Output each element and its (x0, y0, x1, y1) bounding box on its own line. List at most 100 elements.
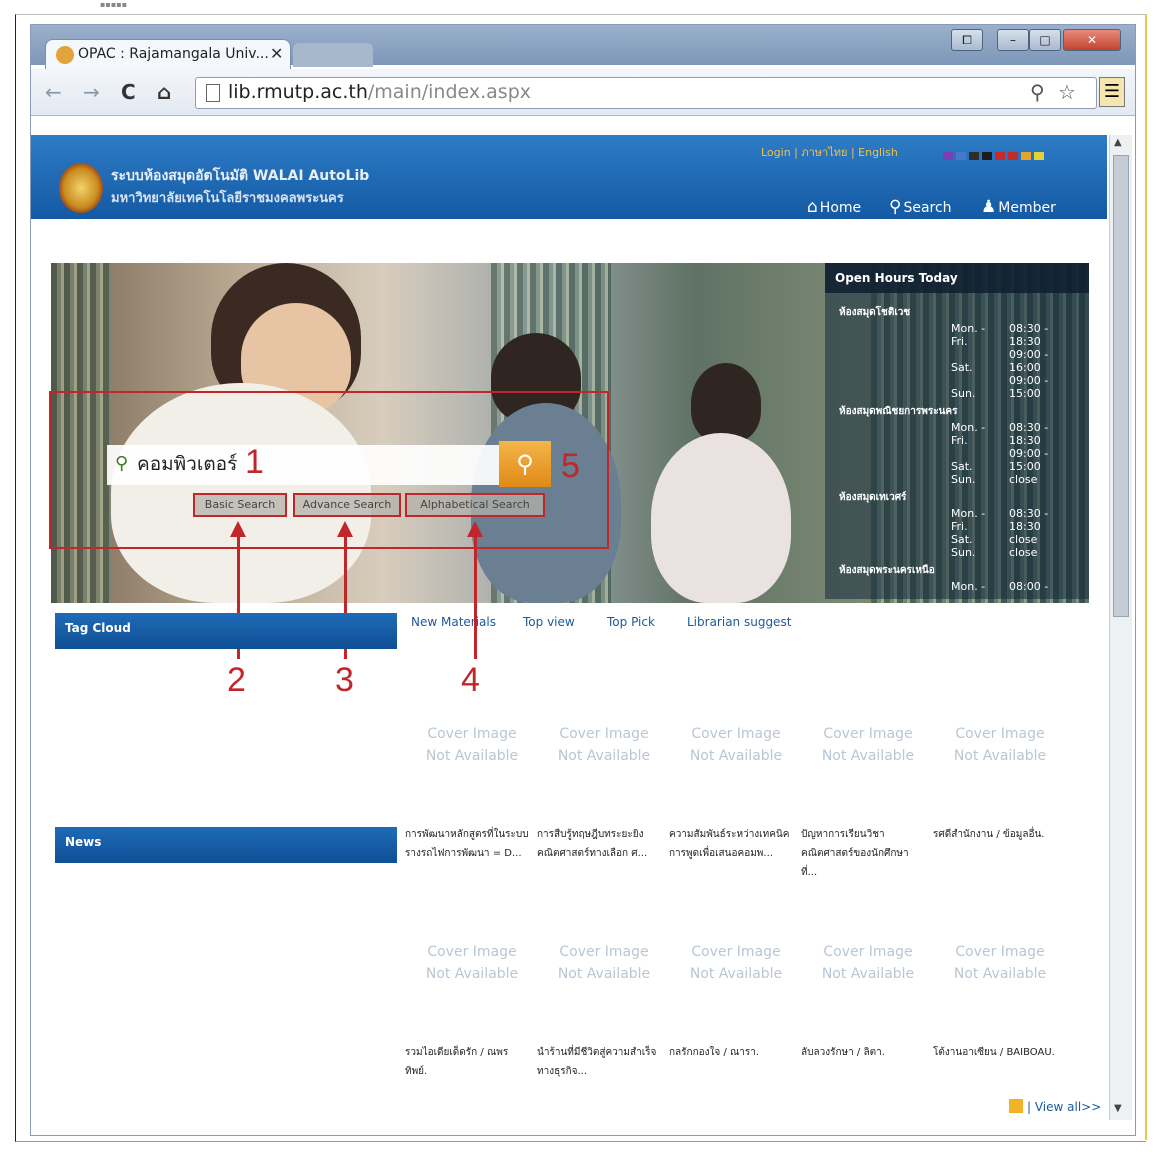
hours-row: Sat. 16:00 (839, 361, 1079, 374)
hours-day: Mon. - (951, 421, 986, 434)
hours-day: Mon. - (951, 580, 986, 593)
back-icon[interactable]: ← (45, 80, 62, 104)
book-title-link[interactable]: การสืบรู้ทฤษฎีบทระยะยิงคณิตศาสตร์ทางเลือ… (537, 825, 662, 863)
cover-image-placeholder[interactable]: Cover Image Not Available (941, 941, 1059, 985)
hours-day: Mon. - (951, 507, 986, 520)
scroll-thumb[interactable] (1113, 155, 1129, 617)
search-field-icon: ⚲ (115, 453, 129, 474)
view-all-link[interactable]: | View all>> (1009, 1099, 1101, 1114)
minimize-button[interactable]: – (997, 29, 1029, 51)
basic-search-button[interactable]: Basic Search (193, 493, 287, 517)
hours-time: 18:30 (1009, 434, 1041, 447)
cover-placeholder-line1: Cover Image (427, 726, 517, 742)
language-links[interactable]: Login | ภาษาไทย | English (761, 143, 898, 161)
hours-day: Fri. (951, 335, 968, 348)
reload-icon[interactable]: C (121, 80, 136, 104)
tab-top-view[interactable]: Top view (523, 615, 575, 629)
hours-row: Mon. - 08:30 - (839, 421, 1079, 434)
hours-time: close (1009, 533, 1038, 546)
browser-toolbar: ← → C ⌂ lib.rmutp.ac.th/main/index.aspx … (31, 69, 1135, 116)
advance-search-button[interactable]: Advance Search (293, 493, 401, 517)
branch-name: ห้องสมุดพณิชยการพระนคร (839, 406, 958, 417)
theme-swatch[interactable] (969, 152, 979, 160)
hours-time: 08:00 - (1009, 580, 1049, 593)
nav-home[interactable]: ⌂ Home (807, 197, 861, 217)
book-title-link[interactable]: การพัฒนาหลักสูตรที่ในระบบรางรถไฟการพัฒนา… (405, 825, 530, 863)
user-profile-icon[interactable]: ⧠ (951, 29, 983, 51)
hours-day: Sun. (951, 473, 976, 486)
cover-placeholder-line1: Cover Image (691, 944, 781, 960)
hours-row: Sun. close (839, 473, 1079, 486)
theme-swatch[interactable] (1021, 152, 1031, 160)
cover-placeholder-line2: Not Available (425, 966, 519, 982)
cover-image-placeholder[interactable]: Cover Image Not Available (677, 941, 795, 985)
theme-swatch[interactable] (1008, 152, 1018, 160)
alphabetical-search-button[interactable]: Alphabetical Search (405, 493, 545, 517)
book-title-link[interactable]: กลรักกองใจ / ณารา. (669, 1043, 794, 1062)
browser-window: ⧠ – □ ✕ OPAC : Rajamangala Univ... ✕ ← →… (30, 24, 1136, 1136)
site-subtitle: มหาวิทยาลัยเทคโนโลยีราชมงคลพระนคร (111, 191, 344, 206)
forward-icon[interactable]: → (83, 80, 100, 104)
cover-placeholder-line2: Not Available (821, 748, 915, 764)
hours-row: 09:00 - (839, 348, 1079, 361)
scroll-up-icon[interactable]: ▲ (1114, 137, 1122, 148)
scroll-down-icon[interactable]: ▼ (1114, 1103, 1122, 1114)
search-input[interactable] (137, 449, 437, 479)
new-tab-button[interactable] (293, 43, 373, 67)
tab-new-materials[interactable]: New Materials (411, 615, 496, 629)
cover-image-placeholder[interactable]: Cover Image Not Available (941, 723, 1059, 767)
tab-top-pick[interactable]: Top Pick (607, 615, 655, 629)
search-box[interactable]: ⚲ (107, 445, 499, 485)
bookmark-star-icon[interactable]: ☆ (1058, 80, 1076, 104)
cover-image-placeholder[interactable]: Cover Image Not Available (677, 723, 795, 767)
tab-librarian-suggest[interactable]: Librarian suggest (687, 615, 791, 629)
annotation-number-2: 2 (227, 661, 246, 699)
close-tab-icon[interactable]: ✕ (270, 44, 283, 63)
book-title-link[interactable]: ปัญหาการเรียนวิชาคณิตศาสตร์ของนักศึกษา ท… (801, 825, 926, 882)
theme-color-swatches[interactable] (943, 145, 1047, 164)
cover-image-placeholder[interactable]: Cover Image Not Available (809, 723, 927, 767)
hours-day: Sat. (951, 361, 973, 374)
cover-image-placeholder[interactable]: Cover Image Not Available (413, 723, 531, 767)
cover-placeholder-line1: Cover Image (427, 944, 517, 960)
hours-time: 18:30 (1009, 520, 1041, 533)
search-submit-button[interactable]: ⚲ (499, 441, 551, 487)
cover-placeholder-line2: Not Available (953, 966, 1047, 982)
book-title-link[interactable]: รศดีสำนักงาน / ข้อมูลอื่น. (933, 825, 1058, 844)
book-title-link[interactable]: นำร้านที่มีชีวิตสู่ความสำเร็จทางธุรกิจ..… (537, 1043, 662, 1081)
hours-day: Sun. (951, 546, 976, 559)
theme-swatch[interactable] (982, 152, 992, 160)
cover-image-placeholder[interactable]: Cover Image Not Available (809, 941, 927, 985)
address-bar[interactable]: lib.rmutp.ac.th/main/index.aspx ⚲ ☆ (195, 77, 1097, 109)
hours-row: Fri. 18:30 (839, 434, 1079, 447)
tab-opac[interactable]: OPAC : Rajamangala Univ... ✕ (45, 39, 291, 70)
tab-title: OPAC : Rajamangala Univ... (78, 46, 269, 62)
hours-time: 15:00 (1009, 387, 1041, 400)
book-title-link[interactable]: รวมไอเดียเด็ดรัก / ณพรทิพย์. (405, 1043, 530, 1081)
book-title-link[interactable]: ลับลวงรักษา / ลิตา. (801, 1043, 926, 1062)
home-browser-icon[interactable]: ⌂ (157, 80, 171, 104)
book-title-link[interactable]: ความสัมพันธ์ระหว่างเทคนิคการพูดเพื่อเสนอ… (669, 825, 794, 863)
cover-placeholder-line1: Cover Image (559, 944, 649, 960)
theme-swatch[interactable] (1034, 152, 1044, 160)
nav-search[interactable]: ⚲ Search (889, 197, 952, 217)
theme-swatch[interactable] (956, 152, 966, 160)
maximize-button[interactable]: □ (1029, 29, 1061, 51)
cover-image-placeholder[interactable]: Cover Image Not Available (545, 723, 663, 767)
hours-time: 09:00 - (1009, 374, 1049, 387)
zoom-icon[interactable]: ⚲ (1030, 80, 1045, 104)
nav-member[interactable]: ♟ Member (981, 197, 1056, 217)
hours-time: 16:00 (1009, 361, 1041, 374)
hours-row: Sun. 15:00 (839, 387, 1079, 400)
cover-placeholder-line2: Not Available (557, 748, 651, 764)
close-window-button[interactable]: ✕ (1063, 29, 1121, 51)
book-title-link[interactable]: โต้งานอาเซียน / BAIBOAU. (933, 1043, 1058, 1062)
cover-image-placeholder[interactable]: Cover Image Not Available (545, 941, 663, 985)
hours-time: 08:30 - (1009, 507, 1049, 520)
theme-swatch[interactable] (943, 152, 953, 160)
theme-swatch[interactable] (995, 152, 1005, 160)
search-icon: ⚲ (889, 197, 902, 217)
browser-menu-icon[interactable]: ☰ (1099, 77, 1125, 107)
page-scrollbar[interactable]: ▲ ▼ (1109, 135, 1132, 1120)
cover-image-placeholder[interactable]: Cover Image Not Available (413, 941, 531, 985)
